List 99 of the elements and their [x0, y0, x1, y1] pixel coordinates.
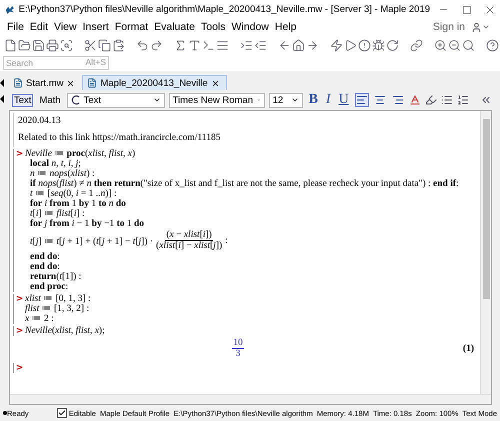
code-line: end do:	[29, 262, 61, 272]
help-icon[interactable]	[486, 38, 499, 52]
code-line: return(t[1]) :	[29, 272, 82, 282]
document-icon	[87, 78, 98, 88]
code-line: Neville(xlist, flist, x);	[25, 326, 105, 336]
paste-icon[interactable]	[112, 38, 125, 52]
code-line: end proc:	[29, 282, 70, 292]
sign-in-link[interactable]: Sign in	[432, 21, 465, 33]
font-dropdown[interactable]: Times New Roman	[168, 92, 265, 108]
execute-all-icon[interactable]	[330, 38, 343, 52]
restart-icon[interactable]	[386, 38, 399, 52]
code-line: n ≔ nops(xlist) :	[29, 169, 96, 179]
code-line: x ≔ 2 :	[25, 314, 55, 324]
mode-toggle[interactable]: Math	[37, 94, 63, 106]
code-line: t ≔ [seq(0, i = 1 ..n)] :	[29, 189, 118, 199]
text-icon[interactable]	[188, 38, 201, 52]
indent-icon[interactable]	[240, 38, 253, 52]
debug-icon[interactable]	[372, 38, 385, 52]
highlighter-icon[interactable]	[424, 94, 437, 106]
code-line: t[j] ≔ t[j + 1] + (t[j + 1] − t[j]) ·	[30, 236, 154, 246]
horizontal-scrollbar[interactable]	[10, 394, 491, 404]
align-center-icon[interactable]	[372, 93, 387, 107]
execute-icon[interactable]	[344, 38, 357, 52]
caret-icon	[290, 96, 299, 104]
output-fraction: 10 3	[232, 338, 244, 359]
code-line: for i from 1 by 1 to n do	[29, 199, 127, 209]
app-logo-icon	[5, 4, 15, 16]
align-left-icon[interactable]	[354, 93, 369, 107]
zoom-out-icon[interactable]	[448, 38, 461, 52]
vertical-scrollbar[interactable]	[480, 111, 491, 394]
equation-label: (1)	[462, 344, 474, 354]
home-icon[interactable]	[292, 38, 305, 52]
input-prompt: >	[16, 294, 24, 306]
redo-icon[interactable]	[150, 38, 163, 52]
mode-toggle[interactable]: Text	[12, 94, 34, 106]
size-dropdown[interactable]: 12	[268, 92, 303, 108]
style-dropdown[interactable]: Text	[66, 92, 165, 108]
code-line: xlist ≔ [0, 1, 3] :	[25, 294, 91, 304]
printer-icon[interactable]	[46, 38, 59, 52]
text-paragraph: 2020.04.13	[13, 113, 478, 130]
menu-item[interactable]: Tools	[198, 21, 229, 33]
math-icon[interactable]	[174, 38, 187, 52]
code-line: :	[225, 236, 228, 246]
new-file-icon[interactable]	[4, 38, 17, 52]
code-line: local n, t, i, j;	[29, 159, 82, 169]
maximize-icon[interactable]	[462, 4, 472, 14]
style-button[interactable]: B	[306, 92, 320, 108]
caret-icon	[482, 23, 490, 31]
document-icon	[13, 78, 23, 88]
outdent-icon[interactable]	[254, 38, 267, 52]
align-right-icon[interactable]	[390, 93, 405, 107]
menu-item[interactable]: Insert	[80, 21, 112, 33]
code-line: flist ≔ [1, 3, 2] :	[25, 304, 90, 314]
style-button[interactable]: U	[336, 92, 351, 108]
close-icon[interactable]	[66, 78, 76, 88]
zoom-in-icon[interactable]	[434, 38, 447, 52]
cut-icon[interactable]	[84, 38, 97, 52]
forward-icon[interactable]	[306, 38, 319, 52]
folder-icon[interactable]	[18, 38, 31, 52]
document-tab[interactable]: Maple_20200413_Neville	[82, 75, 227, 90]
print-preview-icon[interactable]	[60, 38, 73, 52]
code-line: t[i] ≔ flist[i] :	[29, 209, 86, 219]
input-prompt: >	[16, 149, 24, 161]
menu-item[interactable]: View	[51, 21, 80, 33]
shortcut-text: Alt+S	[85, 57, 106, 67]
editable-checkbox[interactable]	[56, 408, 67, 418]
style-button[interactable]: I	[324, 92, 333, 108]
back-icon[interactable]	[278, 38, 291, 52]
save-icon[interactable]	[32, 38, 45, 52]
menu-item[interactable]: Window	[228, 21, 272, 33]
caret-icon	[152, 96, 161, 104]
input-prompt: >	[16, 363, 24, 373]
numbered-list-icon[interactable]	[456, 94, 469, 106]
window-title: E:\Python37\Python files\Neville algorithm\Maple_20200413_Neville.mw - [Server 3] - Maple 2019	[18, 4, 430, 15]
menu-item[interactable]: File	[4, 21, 27, 33]
code-line: end do:	[29, 252, 61, 262]
undo-icon[interactable]	[136, 38, 149, 52]
collapse-icon[interactable]	[480, 94, 492, 106]
fraction: (x − xlist[i]) (xlist[i] − xlist[j])	[156, 230, 222, 251]
copy-icon[interactable]	[98, 38, 111, 52]
text-paragraph: Related to this link https://math.irancircle.com/11185	[13, 130, 478, 147]
stop-icon[interactable]	[358, 38, 371, 52]
text-color-icon[interactable]	[408, 94, 421, 106]
input-prompt: >	[16, 326, 24, 336]
close-icon[interactable]	[210, 78, 220, 88]
code-line: Neville ≔ proc(xlist, flist, x)	[25, 149, 136, 159]
menu-item[interactable]: Edit	[26, 21, 52, 33]
paragraph-icon[interactable]	[216, 38, 229, 52]
menu-item[interactable]: Help	[272, 21, 300, 33]
menu-item[interactable]: Format	[112, 21, 152, 33]
menu-item[interactable]: Evaluate	[151, 21, 198, 33]
style-icon	[70, 95, 80, 105]
code-line: if nops(flist) ≠ n then return("size of x_list and f_list are not the same, please recheck your input data") : end if:	[29, 179, 459, 189]
link-icon[interactable]	[410, 38, 423, 52]
search-icon[interactable]	[462, 38, 475, 52]
user-icon[interactable]	[471, 22, 482, 32]
code-line: for j from i − 1 by −1 to 1 do	[29, 219, 146, 229]
status-dot-icon	[3, 411, 7, 415]
prompt-icon[interactable]	[202, 38, 215, 52]
